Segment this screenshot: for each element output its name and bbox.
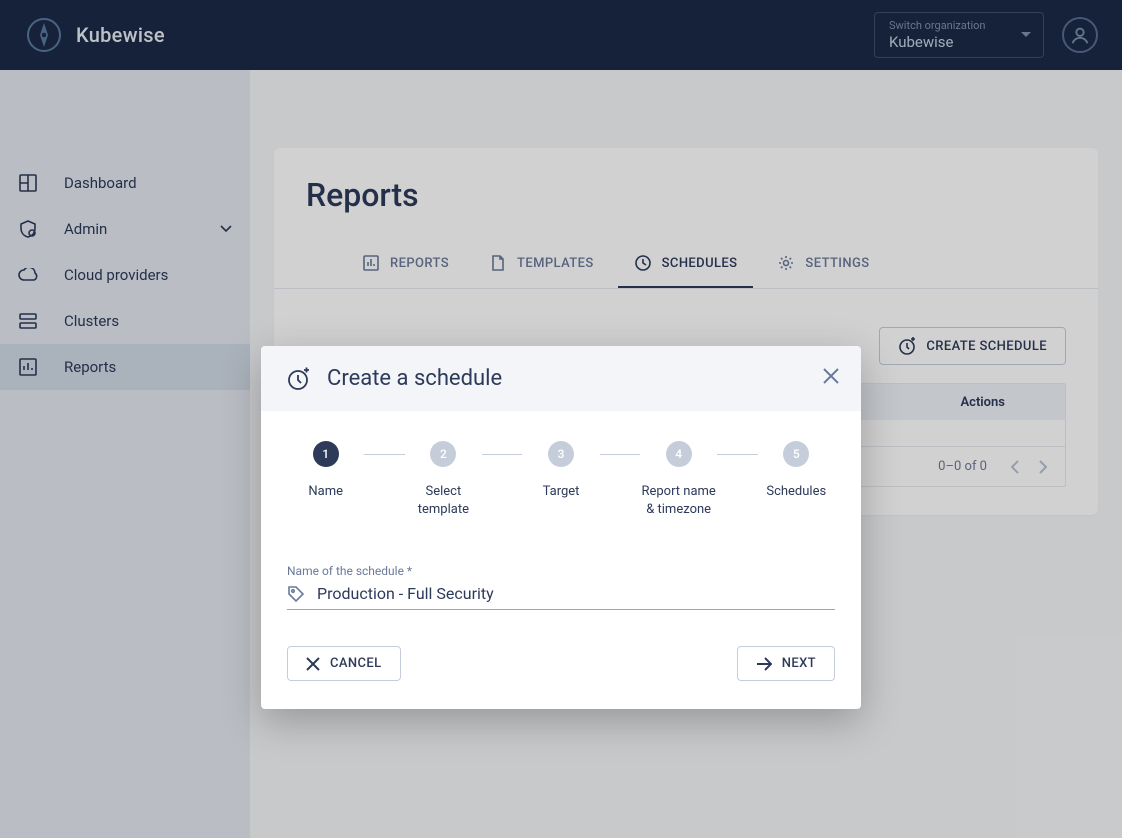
cancel-label: CANCEL bbox=[330, 656, 382, 671]
step-number: 1 bbox=[313, 441, 339, 467]
stepper: 1 Name 2 Select template 3 Target 4 Repo… bbox=[261, 411, 861, 528]
step-label: Select template bbox=[405, 483, 482, 518]
step-label: Report name & timezone bbox=[640, 483, 717, 518]
name-field-label: Name of the schedule * bbox=[287, 564, 835, 578]
tag-icon bbox=[287, 585, 305, 603]
step-connector bbox=[717, 454, 757, 455]
dialog-header: Create a schedule bbox=[261, 346, 861, 411]
step-connector bbox=[364, 454, 404, 455]
step-2[interactable]: 2 Select template bbox=[405, 441, 482, 518]
step-3[interactable]: 3 Target bbox=[522, 441, 599, 501]
step-connector bbox=[482, 454, 522, 455]
step-connector bbox=[600, 454, 640, 455]
next-button[interactable]: NEXT bbox=[737, 646, 835, 681]
arrow-right-icon bbox=[756, 657, 772, 671]
create-schedule-dialog: Create a schedule 1 Name 2 Select templa… bbox=[261, 346, 861, 709]
step-label: Name bbox=[308, 483, 343, 501]
close-icon bbox=[306, 657, 320, 671]
dialog-footer: CANCEL NEXT bbox=[261, 622, 861, 709]
step-label: Schedules bbox=[766, 483, 826, 501]
step-label: Target bbox=[543, 483, 580, 501]
step-5[interactable]: 5 Schedules bbox=[758, 441, 835, 501]
schedule-name-input[interactable] bbox=[317, 584, 835, 603]
close-icon[interactable] bbox=[823, 368, 839, 384]
step-1[interactable]: 1 Name bbox=[287, 441, 364, 501]
step-4[interactable]: 4 Report name & timezone bbox=[640, 441, 717, 518]
step-number: 4 bbox=[666, 441, 692, 467]
dialog-title: Create a schedule bbox=[327, 366, 502, 391]
step-number: 5 bbox=[783, 441, 809, 467]
step-number: 2 bbox=[430, 441, 456, 467]
name-field: Name of the schedule * bbox=[261, 528, 861, 622]
clock-plus-icon bbox=[287, 367, 311, 391]
next-label: NEXT bbox=[782, 656, 816, 671]
step-number: 3 bbox=[548, 441, 574, 467]
cancel-button[interactable]: CANCEL bbox=[287, 646, 401, 681]
